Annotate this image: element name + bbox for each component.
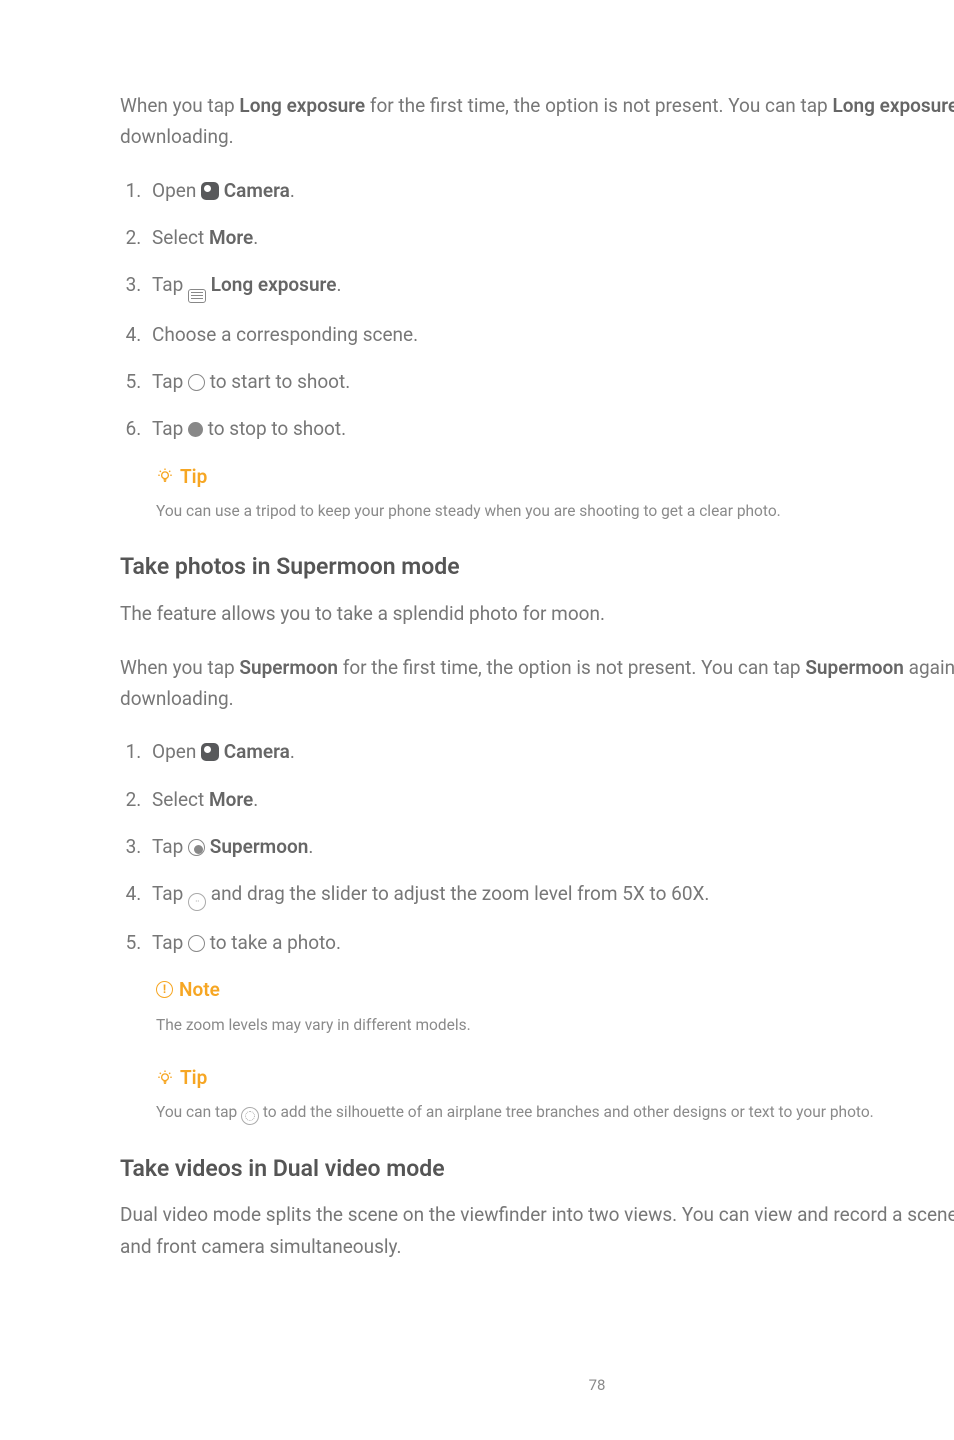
text: and drag the slider to adjust the zoom l… xyxy=(206,882,709,905)
text: . xyxy=(253,788,258,811)
camera-icon xyxy=(201,182,219,200)
text: . xyxy=(290,179,295,202)
text: You can tap xyxy=(156,1103,241,1121)
supermoon-download-note: When you tap Supermoon for the first tim… xyxy=(120,652,954,715)
text: Tap xyxy=(152,417,188,440)
text: Tap xyxy=(152,370,188,393)
text: Open xyxy=(152,179,201,202)
text: . xyxy=(253,226,258,249)
intro-paragraph: When you tap Long exposure for the first… xyxy=(120,90,954,153)
text: Select xyxy=(152,788,209,811)
step-item: Open Camera. xyxy=(146,736,954,767)
note-header: ! Note xyxy=(156,974,954,1005)
camera-icon xyxy=(201,743,219,761)
step-item: Tap Long exposure. xyxy=(146,269,954,302)
bold-text: Long exposure xyxy=(832,94,954,117)
text: to take a photo. xyxy=(205,931,341,954)
text: . xyxy=(290,740,295,763)
tip-bulb-icon xyxy=(156,467,174,485)
text: for the first time, the option is not pr… xyxy=(338,656,805,679)
zoom-level-icon: ⋅⋅ xyxy=(188,893,206,911)
step-item: Tap Supermoon. xyxy=(146,831,954,862)
text: Tap xyxy=(152,835,188,858)
step-item: Choose a corresponding scene. xyxy=(146,319,954,350)
step-item: Tap to start to shoot. xyxy=(146,366,954,397)
bold-text: More xyxy=(209,226,253,249)
bold-text: Long exposure xyxy=(211,273,337,296)
tip-header: Tip xyxy=(156,1062,954,1093)
shutter-start-icon xyxy=(188,374,205,391)
step-item: Select More. xyxy=(146,222,954,253)
heading-supermoon: Take photos in Supermoon mode xyxy=(120,548,954,586)
text: Choose a corresponding scene. xyxy=(152,323,418,346)
step-item: Tap to stop to shoot. xyxy=(146,413,954,444)
tip-body: You can use a tripod to keep your phone … xyxy=(156,498,954,524)
bold-text: Supermoon xyxy=(805,656,904,679)
text: When you tap xyxy=(120,656,239,679)
bold-text: Long exposure xyxy=(239,94,365,117)
note-label: Note xyxy=(179,974,220,1005)
tip-body: You can tap to add the silhouette of an … xyxy=(156,1099,954,1125)
text: Tap xyxy=(152,273,188,296)
text: Open xyxy=(152,740,201,763)
text: to start to shoot. xyxy=(205,370,350,393)
step-item: Tap to take a photo. xyxy=(146,927,954,958)
tip-header: Tip xyxy=(156,461,954,492)
text: Tap xyxy=(152,931,188,954)
tip-label: Tip xyxy=(180,1062,207,1093)
text: Tap xyxy=(152,882,188,905)
bold-text: More xyxy=(209,788,253,811)
bold-text: Camera xyxy=(224,740,290,763)
text: to stop to shoot. xyxy=(203,417,346,440)
text: to add the silhouette of an airplane tre… xyxy=(259,1103,874,1121)
tip-bulb-icon xyxy=(156,1069,174,1087)
silhouette-overlay-icon xyxy=(241,1107,259,1125)
bold-text: Supermoon xyxy=(210,835,309,858)
text: . xyxy=(336,273,341,296)
dual-video-desc: Dual video mode splits the scene on the … xyxy=(120,1199,954,1262)
page-number: 78 xyxy=(120,1373,954,1398)
tip-label: Tip xyxy=(180,461,207,492)
text: When you tap xyxy=(120,94,239,117)
steps-long-exposure: Open Camera. Select More. Tap Long expos… xyxy=(120,175,954,445)
bold-text: Camera xyxy=(224,179,290,202)
heading-dual-video: Take videos in Dual video mode xyxy=(120,1150,954,1188)
shutter-icon xyxy=(188,935,205,952)
text: . xyxy=(308,835,313,858)
note-body: The zoom levels may vary in different mo… xyxy=(156,1012,954,1038)
step-item: Select More. xyxy=(146,784,954,815)
step-item: Open Camera. xyxy=(146,175,954,206)
text: Select xyxy=(152,226,209,249)
note-info-icon: ! xyxy=(156,981,173,998)
step-item: Tap ⋅⋅ and drag the slider to adjust the… xyxy=(146,878,954,911)
text: for the first time, the option is not pr… xyxy=(365,94,832,117)
shutter-stop-icon xyxy=(188,422,203,437)
steps-supermoon: Open Camera. Select More. Tap Supermoon.… xyxy=(120,736,954,958)
long-exposure-icon xyxy=(188,289,206,303)
bold-text: Supermoon xyxy=(239,656,338,679)
supermoon-icon xyxy=(188,839,205,856)
supermoon-desc: The feature allows you to take a splendi… xyxy=(120,598,954,629)
